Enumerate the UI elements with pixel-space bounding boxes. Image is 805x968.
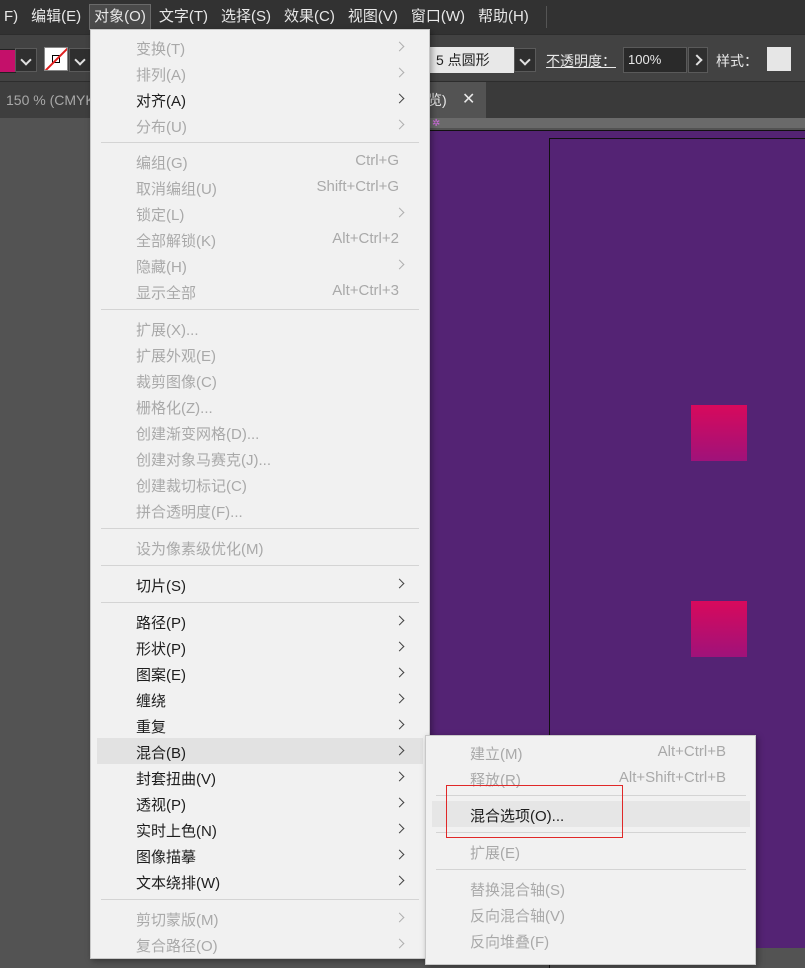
menu-effect[interactable]: 效果(C) [280, 5, 339, 29]
chevron-right-icon [394, 667, 405, 678]
menu-separator [101, 309, 419, 310]
chevron-right-icon [394, 693, 405, 704]
document-tab-title: 览) [428, 92, 447, 108]
opacity-label[interactable]: 不透明度： [546, 51, 616, 71]
menu-view[interactable]: 视图(V) [344, 5, 402, 29]
menu-item-object-mosaic[interactable]: 创建对象马赛克(J)... [97, 445, 423, 471]
chevron-right-icon [394, 207, 405, 218]
menu-file[interactable]: F) [0, 5, 22, 29]
chevron-right-icon [394, 719, 405, 730]
menu-item-image-trace[interactable]: 图像描摹 [97, 842, 423, 868]
object-menu-dropdown: 变换(T) 排列(A) 对齐(A) 分布(U) 编组(G) Ctrl+G 取消编组… [90, 29, 430, 959]
menu-item-pattern[interactable]: 图案(E) [97, 660, 423, 686]
menu-item-shape[interactable]: 形状(P) [97, 634, 423, 660]
menu-item-envelope-distort[interactable]: 封套扭曲(V) [97, 764, 423, 790]
chevron-right-icon [394, 641, 405, 652]
menu-separator [101, 528, 419, 529]
opacity-expand-button[interactable] [688, 47, 708, 73]
chevron-right-icon [394, 41, 405, 52]
ruler-strip [428, 118, 805, 128]
menu-object[interactable]: 对象(O) [89, 4, 151, 30]
stroke-none-icon[interactable] [44, 47, 68, 71]
menu-item-blend[interactable]: 混合(B) [97, 738, 423, 764]
chevron-right-icon [394, 259, 405, 270]
submenu-item-reverse-spine[interactable]: 反向混合轴(V) [432, 901, 750, 927]
chevron-right-icon [394, 823, 405, 834]
menu-item-pixel-perfect[interactable]: 设为像素级优化(M) [97, 534, 423, 560]
chevron-right-icon [394, 745, 405, 756]
menu-item-intertwine[interactable]: 缠绕 [97, 686, 423, 712]
chevron-right-icon [394, 67, 405, 78]
menu-item-text-wrap[interactable]: 文本绕排(W) [97, 868, 423, 894]
menu-item-perspective[interactable]: 透视(P) [97, 790, 423, 816]
stroke-dropdown-button[interactable] [69, 48, 91, 72]
menu-item-hide[interactable]: 隐藏(H) [97, 252, 423, 278]
menu-item-compound-path[interactable]: 复合路径(O) [97, 931, 423, 957]
menu-window[interactable]: 窗口(W) [407, 5, 469, 29]
gradient-square-bottom[interactable] [691, 601, 747, 657]
menu-item-rasterize[interactable]: 栅格化(Z)... [97, 393, 423, 419]
menu-separator [101, 899, 419, 900]
menu-item-crop-image[interactable]: 裁剪图像(C) [97, 367, 423, 393]
menu-type[interactable]: 文字(T) [155, 5, 212, 29]
menu-item-repeat[interactable]: 重复 [97, 712, 423, 738]
menu-item-unlock-all[interactable]: 全部解锁(K) Alt+Ctrl+2 [97, 226, 423, 252]
menu-item-transform[interactable]: 变换(T) [97, 34, 423, 60]
opacity-input[interactable]: 100% [623, 47, 687, 73]
chevron-right-icon [394, 119, 405, 130]
fill-swatch[interactable] [0, 49, 16, 73]
submenu-item-reverse-front-to-back[interactable]: 反向堆叠(F) [432, 927, 750, 953]
menu-item-show-all[interactable]: 显示全部 Alt+Ctrl+3 [97, 278, 423, 304]
menu-item-gradient-mesh[interactable]: 创建渐变网格(D)... [97, 419, 423, 445]
blend-submenu: 建立(M) Alt+Ctrl+B 释放(R) Alt+Shift+Ctrl+B 混合… [425, 735, 756, 965]
menu-item-path[interactable]: 路径(P) [97, 608, 423, 634]
menu-item-trim-marks[interactable]: 创建裁切标记(C) [97, 471, 423, 497]
menu-separator [101, 142, 419, 143]
fill-dropdown-button[interactable] [15, 48, 37, 72]
style-swatch[interactable] [767, 47, 791, 71]
anchor-mark-icon: ✲ [432, 118, 441, 129]
document-tab-active[interactable]: 览) ✕ [428, 82, 486, 118]
chevron-right-icon [394, 771, 405, 782]
menu-item-lock[interactable]: 锁定(L) [97, 200, 423, 226]
chevron-right-icon [394, 875, 405, 886]
menu-edit[interactable]: 编辑(E) [27, 5, 85, 29]
menu-item-clipping-mask[interactable]: 剪切蒙版(M) [97, 905, 423, 931]
menu-item-flatten-transparency[interactable]: 拼合透明度(F)... [97, 497, 423, 523]
menu-item-expand-appearance[interactable]: 扩展外观(E) [97, 341, 423, 367]
menu-item-live-paint[interactable]: 实时上色(N) [97, 816, 423, 842]
menu-select[interactable]: 选择(S) [217, 5, 275, 29]
menubar-divider [545, 6, 547, 28]
menu-help[interactable]: 帮助(H) [474, 5, 533, 29]
menu-item-slice[interactable]: 切片(S) [97, 571, 423, 597]
submenu-item-replace-spine[interactable]: 替换混合轴(S) [432, 875, 750, 901]
chevron-right-icon [394, 849, 405, 860]
chevron-right-icon [394, 93, 405, 104]
menu-item-expand[interactable]: 扩展(X)... [97, 315, 423, 341]
brush-definition-field[interactable]: 5 点圆形 [428, 47, 514, 73]
menu-separator [436, 869, 746, 870]
menu-item-group[interactable]: 编组(G) Ctrl+G [97, 148, 423, 174]
menu-item-ungroup[interactable]: 取消编组(U) Shift+Ctrl+G [97, 174, 423, 200]
gradient-square-top[interactable] [691, 405, 747, 461]
menu-separator [101, 602, 419, 603]
close-icon[interactable]: ✕ [462, 82, 475, 118]
chevron-right-icon [394, 578, 405, 589]
submenu-item-make[interactable]: 建立(M) Alt+Ctrl+B [432, 739, 750, 765]
submenu-item-expand[interactable]: 扩展(E) [432, 838, 750, 864]
menu-separator [101, 565, 419, 566]
document-tab-inactive[interactable]: 150 % (CMYK [0, 82, 92, 118]
menu-item-arrange[interactable]: 排列(A) [97, 60, 423, 86]
chevron-right-icon [394, 797, 405, 808]
menu-item-distribute[interactable]: 分布(U) [97, 112, 423, 138]
highlight-annotation-box [446, 785, 623, 838]
style-label: 样式： [716, 53, 758, 69]
chevron-right-icon [394, 615, 405, 626]
brush-dropdown-button[interactable] [514, 48, 536, 72]
menu-item-align[interactable]: 对齐(A) [97, 86, 423, 112]
chevron-right-icon [394, 912, 405, 923]
